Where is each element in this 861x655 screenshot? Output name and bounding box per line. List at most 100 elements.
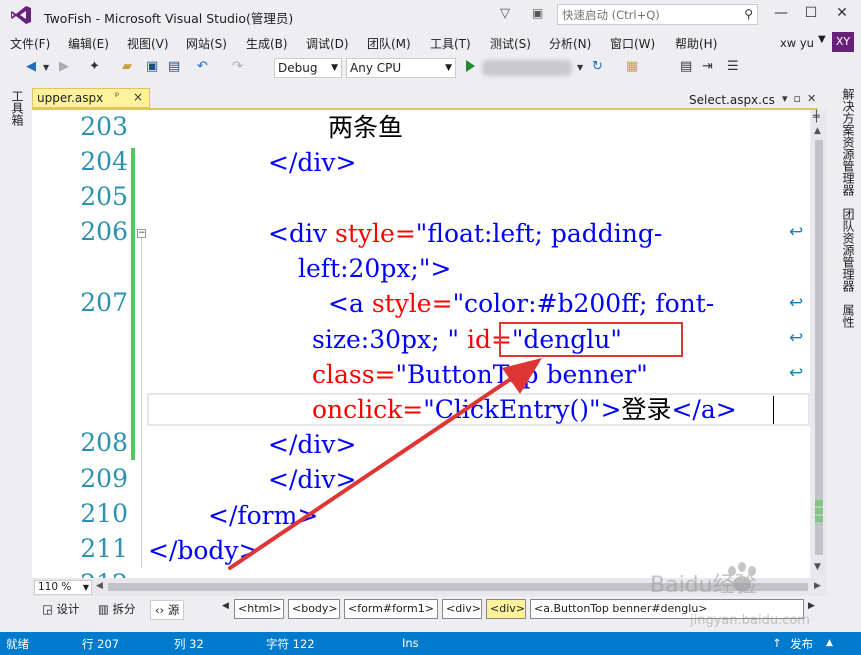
breadcrumb-body[interactable]: <body> [288,599,340,619]
code-line-209: </div> [268,465,357,494]
indent-icon[interactable]: ⇥ [702,59,713,74]
code-line-207: <a style="color:#b200ff; font- [328,286,714,321]
menu-bar: 文件(F) 编辑(E) 视图(V) 网站(S) 生成(B) 调试(D) 团队(M… [0,30,861,54]
breadcrumb-html[interactable]: <html> [234,599,284,619]
blurred-browser-target[interactable] [482,60,572,76]
line-number: 209 [80,464,128,493]
platform-dropdown[interactable]: Any CPU ▼ [346,58,456,78]
split-view-label: 拆分 [112,602,136,616]
new-project-icon[interactable]: ✦ [89,59,100,74]
configuration-dropdown[interactable]: Debug ▼ [274,58,342,78]
feedback-icon[interactable]: ▣ [532,6,548,22]
code-line-207-wrap-2: class="ButtonTop benner" [312,357,648,392]
scroll-up-icon[interactable]: ▲ [814,126,821,136]
save-icon[interactable]: ▣ [146,59,158,74]
visual-studio-logo-icon [11,6,31,24]
user-name[interactable]: xw yu [780,36,814,50]
avatar[interactable]: XY [832,32,854,52]
status-char: 字符 122 [266,637,315,651]
close-tab-icon[interactable]: × [133,90,143,104]
line-number: 203 [80,112,128,141]
menu-help[interactable]: 帮助(H) [675,35,717,52]
open-folder-icon[interactable]: ▰ [122,59,132,74]
start-debug-icon[interactable] [466,60,475,72]
menu-website[interactable]: 网站(S) [186,35,227,52]
source-view-button[interactable]: ‹› 源 [150,600,185,620]
code-value: "ClickEntry()" [423,395,601,424]
document-tab-bar: upper.aspx ᵖ × Select.aspx.cs ▾▫✕ [30,88,834,108]
publish-icon[interactable]: ↑ [772,636,782,650]
breadcrumb-form[interactable]: <form#form1> [344,599,438,619]
publish-button[interactable]: 发布 [790,636,813,652]
chevron-up-icon[interactable]: ▲ [826,638,833,648]
chevron-down-icon[interactable]: ▼ [818,34,826,45]
format-icon[interactable]: ▤ [680,59,692,74]
tab-upper-aspx[interactable]: upper.aspx ᵖ × [32,88,150,108]
code-tag-close: </a> [671,395,737,424]
forward-icon[interactable]: ▶ [59,59,69,74]
collapse-icon[interactable]: − [137,229,146,238]
breadcrumb-next-icon[interactable]: ▶ [808,601,815,611]
scroll-down-icon[interactable]: ▼ [814,562,821,572]
code-tag-open: <a [328,289,372,318]
status-bar: 就绪 行 207 列 32 字符 122 Ins ↑ 发布 ▲ [0,632,861,655]
team-explorer-tab[interactable]: 团队资源管理器 [840,208,857,292]
code-attr: class= [312,360,396,389]
source-icon: ‹› [155,603,168,617]
menu-window[interactable]: 窗口(W) [610,35,655,52]
split-view-button[interactable]: ▥ 拆分 [94,600,140,620]
toolbox-tab[interactable]: 工具箱 [9,90,26,126]
code-line-210: </form> [208,501,319,530]
quick-launch-box[interactable]: ⚲ [557,4,758,25]
redo-icon[interactable]: ↷ [232,59,243,74]
breadcrumb-prev-icon[interactable]: ◀ [222,601,229,611]
minimize-button[interactable]: — [766,2,796,26]
breadcrumb-anchor[interactable]: <a.ButtonTop benner#denglu> [530,599,804,619]
status-ready: 就绪 [6,637,29,651]
code-value: left:20px;" [298,254,431,283]
design-view-button[interactable]: ◲ 设计 [38,600,84,620]
quick-launch-input[interactable] [558,5,728,24]
properties-tab[interactable]: 属性 [840,304,857,328]
maximize-button[interactable]: ☐ [796,2,826,26]
refresh-icon[interactable]: ↻ [592,59,603,74]
code-tag-open: <div [268,219,336,248]
tab-overflow-icons[interactable]: ▾▫✕ [782,92,822,105]
search-icon[interactable]: ⚲ [744,7,753,21]
breadcrumb-div[interactable]: <div> [442,599,482,619]
menu-team[interactable]: 团队(M) [367,35,411,52]
zoom-dropdown[interactable]: 110 % ▼ [34,580,92,595]
notification-filter-icon[interactable]: ▽ [500,6,516,22]
menu-analyze[interactable]: 分析(N) [549,35,591,52]
menu-tools[interactable]: 工具(T) [430,35,471,52]
undo-icon[interactable]: ↶ [197,59,208,74]
split-window-icon[interactable]: ╪ [813,110,820,123]
menu-build[interactable]: 生成(B) [246,35,288,52]
horizontal-scroll-thumb[interactable] [108,583,808,591]
save-all-icon[interactable]: ▤ [168,59,180,74]
code-editor[interactable]: 203 204 205 206 207 208 209 210 211 212 … [32,110,810,578]
solution-explorer-tab[interactable]: 解决方案资源管理器 [840,88,857,196]
browser-link-icon[interactable]: ▦ [626,59,638,74]
scroll-thumb[interactable] [815,140,823,555]
vertical-scrollbar[interactable]: ╪ ▲ ▼ [811,110,827,578]
line-number: 207 [80,288,128,317]
scroll-right-icon[interactable]: ▶ [814,581,821,591]
chevron-down-icon[interactable]: ▼ [43,63,49,72]
close-button[interactable]: ✕ [827,2,857,26]
chevron-down-icon[interactable]: ▼ [577,63,583,72]
menu-debug[interactable]: 调试(D) [306,35,349,52]
menu-file[interactable]: 文件(F) [10,35,50,52]
menu-test[interactable]: 测试(S) [490,35,531,52]
code-value: "color:#b200ff; font- [452,289,715,318]
code-line-204: </div> [268,148,357,177]
word-wrap-icon: ↩ [789,328,804,348]
back-icon[interactable]: ◀ [26,59,36,74]
tab-select-aspx-cs[interactable]: Select.aspx.cs [689,93,775,107]
menu-edit[interactable]: 编辑(E) [68,35,109,52]
menu-view[interactable]: 视图(V) [127,35,169,52]
breadcrumb-div-selected[interactable]: <div> [486,599,526,619]
comment-icon[interactable]: ☰ [727,59,739,74]
scroll-left-icon[interactable]: ◀ [96,581,103,591]
pin-icon[interactable]: ᵖ [115,91,119,102]
